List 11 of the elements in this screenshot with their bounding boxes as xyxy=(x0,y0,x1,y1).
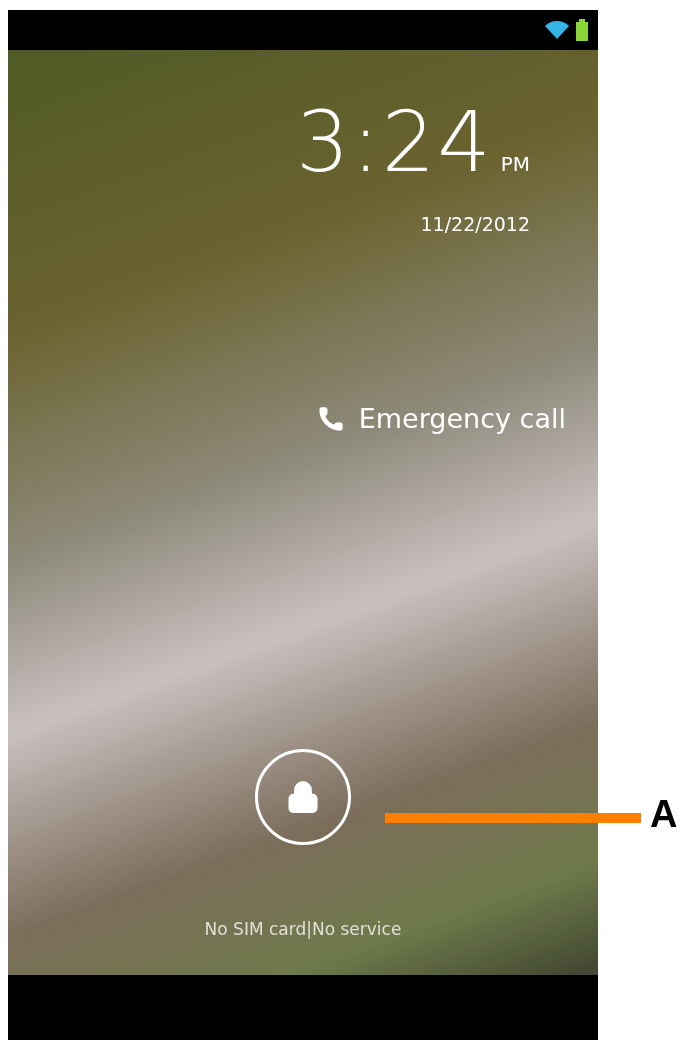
lock-icon xyxy=(286,780,320,814)
battery-icon xyxy=(576,19,588,41)
carrier-text: No SIM card|No service xyxy=(204,918,402,941)
date-text: 11/22/2012 xyxy=(420,212,530,237)
clock-time: 3:24 xyxy=(296,100,493,184)
emergency-call-button[interactable]: Emergency call xyxy=(316,398,566,439)
wifi-icon xyxy=(544,20,570,40)
callout-label: A xyxy=(650,795,678,833)
clock-ampm: PM xyxy=(500,154,530,174)
phone-icon xyxy=(316,404,345,433)
unlock-handle[interactable] xyxy=(255,749,351,845)
